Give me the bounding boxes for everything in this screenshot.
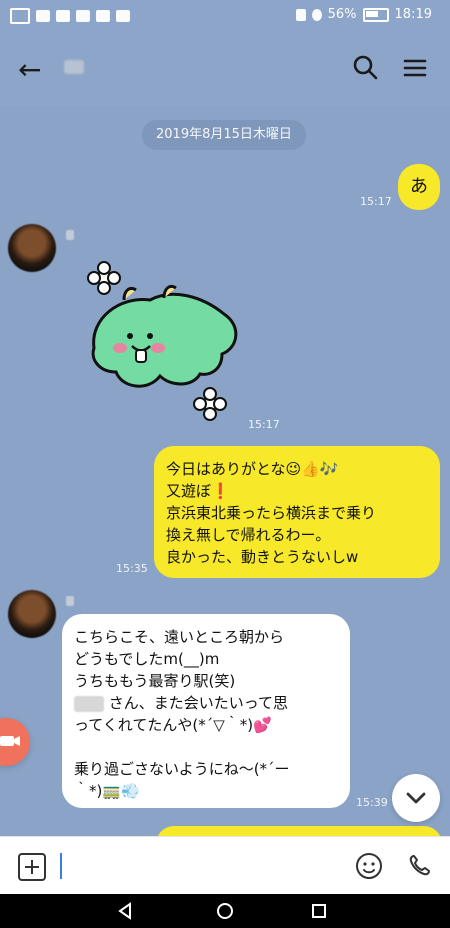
- signal-icon: [36, 10, 50, 22]
- plus-button[interactable]: [18, 853, 46, 881]
- sender-name: [66, 230, 74, 240]
- emoji-icon: [356, 853, 382, 879]
- message-line: こちらこそ、遠いところ朝から: [74, 628, 285, 646]
- message-line: ｀*)🚃💨: [74, 782, 140, 800]
- video-call-floating-button[interactable]: [0, 718, 30, 766]
- contact-name: [64, 60, 84, 74]
- text-cursor: [60, 853, 62, 879]
- message-line: 京浜東北乗ったら横浜まで乗り: [166, 504, 377, 522]
- chat-header: ←: [0, 32, 450, 106]
- date-pill: 2019年8月15日木曜日: [142, 120, 306, 150]
- message-line: [74, 736, 338, 758]
- moon-icon: [311, 8, 322, 21]
- camera-icon: [96, 10, 110, 22]
- sender-name: [66, 596, 74, 606]
- message-bubble-me-1[interactable]: あ: [398, 164, 440, 210]
- scroll-down-button[interactable]: [392, 774, 440, 822]
- clock: 18:19: [394, 7, 432, 22]
- emoji-button[interactable]: [352, 849, 386, 883]
- message-input-bar: [0, 836, 450, 895]
- message-line: さん、また会いたいって思: [74, 692, 338, 714]
- redacted-name: [74, 695, 104, 712]
- message-line: うちももう最寄り駅(笑): [74, 672, 236, 690]
- search-icon: [353, 55, 378, 80]
- message-line: 又遊ぼ❗: [166, 482, 230, 500]
- status-right: 56% 18:19: [295, 7, 432, 22]
- chat-content[interactable]: 2019年8月15日木曜日 あ 15:17 15:17 今日はありがとな😉👍🎶 …: [0, 106, 450, 846]
- message-time: 15:39: [356, 796, 388, 809]
- message-line: 換え無しで帰れるわー。: [166, 526, 331, 544]
- status-bar: 56% 18:19: [0, 0, 450, 32]
- avatar[interactable]: [8, 590, 56, 638]
- status-left: [10, 8, 130, 24]
- battery-percent: 56%: [327, 7, 357, 22]
- hd-icon: [10, 8, 30, 24]
- back-button[interactable]: ←: [18, 54, 50, 86]
- message-line: 今日はありがとな😉👍🎶: [166, 460, 339, 478]
- p-icon: [116, 10, 130, 22]
- system-navigation-bar: [0, 894, 450, 928]
- bluetooth-icon: [295, 8, 306, 21]
- menu-button[interactable]: [400, 53, 430, 83]
- back-arrow-icon: ←: [18, 53, 42, 86]
- message-text: さん、また会いたいって思: [108, 694, 289, 712]
- sticker-image[interactable]: [72, 256, 242, 426]
- message-time: 15:17: [248, 418, 280, 431]
- wifi-icon: [56, 10, 70, 22]
- nav-recent-icon[interactable]: [310, 902, 328, 920]
- sticker-flower-left: [87, 261, 121, 295]
- eye-icon: [76, 10, 90, 22]
- menu-icon: [403, 59, 427, 77]
- message-bubble-other-1[interactable]: こちらこそ、遠いところ朝から どうもでしたm(__)m うちももう最寄り駅(笑)…: [62, 614, 350, 808]
- nav-home-icon[interactable]: [216, 902, 234, 920]
- message-line: どうもでしたm(__)m: [74, 650, 220, 668]
- phone-icon: [409, 855, 430, 876]
- message-bubble-me-2[interactable]: 今日はありがとな😉👍🎶 又遊ぼ❗ 京浜東北乗ったら横浜まで乗り 換え無しで帰れる…: [154, 446, 440, 578]
- message-time: 15:17: [360, 195, 392, 208]
- message-line: 乗り過ごさないようにね〜(*´ー: [74, 760, 290, 778]
- nav-back-icon[interactable]: [116, 902, 134, 920]
- message-line: 良かった、動きとうないしw: [166, 548, 359, 566]
- call-button[interactable]: [402, 849, 436, 883]
- message-line: ってくれてたんや(*´▽｀*)💕: [74, 716, 272, 734]
- sticker-flower-right: [193, 387, 227, 421]
- message-text: あ: [410, 176, 428, 197]
- message-time: 15:35: [116, 562, 148, 575]
- sticker-creature: [91, 284, 238, 388]
- search-button[interactable]: [350, 52, 380, 82]
- battery-icon: [362, 7, 389, 22]
- avatar[interactable]: [8, 224, 56, 272]
- plus-icon: [25, 860, 39, 874]
- chevron-down-icon: [406, 792, 426, 804]
- video-icon: [0, 736, 20, 746]
